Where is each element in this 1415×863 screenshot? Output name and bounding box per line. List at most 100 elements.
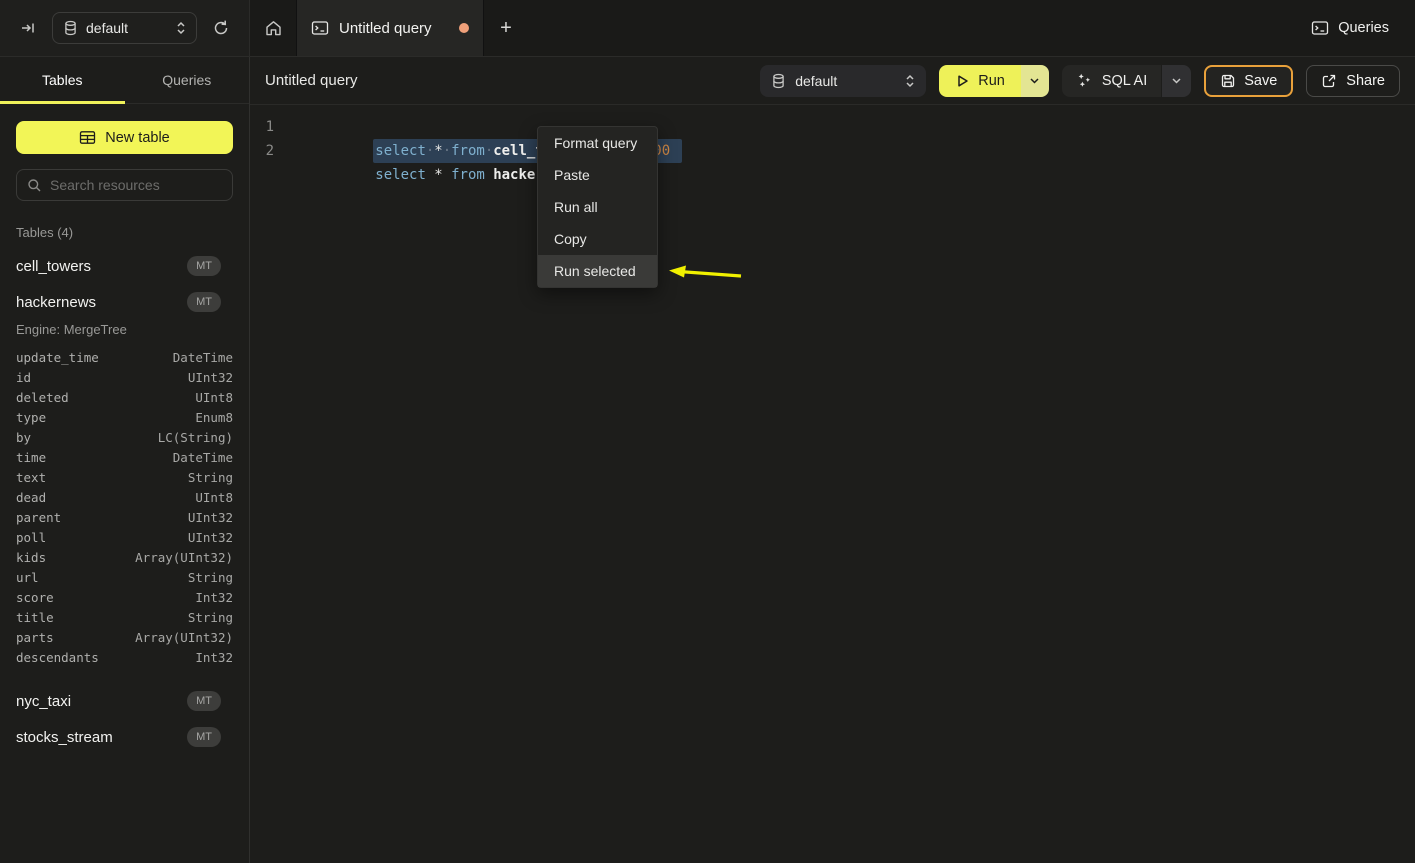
save-button[interactable]: Save xyxy=(1204,65,1293,97)
tab-strip: Untitled query + Queries xyxy=(250,0,1415,56)
column-type: DateTime xyxy=(173,450,233,465)
sidebar-tab-tables[interactable]: Tables xyxy=(0,57,125,103)
column-row: parentUInt32 xyxy=(16,507,233,527)
column-type: DateTime xyxy=(173,350,233,365)
refresh-icon xyxy=(212,19,230,37)
toolbar-database-value: default xyxy=(795,73,837,89)
annotation-arrow xyxy=(655,262,747,284)
table-row-cell-towers[interactable]: cell_towers MT xyxy=(16,256,233,276)
menu-item-run-all[interactable]: Run all xyxy=(538,191,657,223)
menu-item-run-selected[interactable]: Run selected xyxy=(538,255,657,287)
column-row: descendants Int32 xyxy=(16,647,233,667)
column-type: Array(UInt32) xyxy=(135,630,233,645)
menu-item-copy[interactable]: Copy xyxy=(538,223,657,255)
table-row-stocks-stream[interactable]: stocks_stream MT xyxy=(16,727,233,747)
sql-operator: * xyxy=(434,167,442,183)
table-grid-icon xyxy=(79,130,96,145)
new-table-button[interactable]: New table xyxy=(16,121,233,154)
tables-section-label: Tables (4) xyxy=(16,225,233,240)
table-name: stocks_stream xyxy=(16,729,187,746)
search-input[interactable] xyxy=(50,177,222,193)
home-icon xyxy=(264,19,283,38)
query-title: Untitled query xyxy=(265,72,760,89)
save-icon xyxy=(1220,73,1236,89)
column-row: idUInt32 xyxy=(16,367,233,387)
sql-ai-options-button[interactable] xyxy=(1161,65,1191,97)
sql-ai-label: SQL AI xyxy=(1102,73,1147,89)
column-type: Int32 xyxy=(195,650,233,665)
refresh-button[interactable] xyxy=(207,14,235,42)
column-row: dead UInt8 xyxy=(16,487,233,507)
column-type: Int32 xyxy=(195,590,233,605)
table-row-nyc-taxi[interactable]: nyc_taxi MT xyxy=(16,691,233,711)
table-row-hackernews[interactable]: hackernews MT xyxy=(16,292,233,312)
column-name: update_time xyxy=(16,350,99,365)
chevron-updown-icon xyxy=(176,21,186,35)
column-name: by xyxy=(16,430,31,445)
new-tab-button[interactable]: + xyxy=(484,0,528,56)
chevron-down-icon xyxy=(1029,77,1040,85)
tab-untitled-query[interactable]: Untitled query xyxy=(296,0,484,56)
column-row: titleString xyxy=(16,607,233,627)
column-type: String xyxy=(188,470,233,485)
sql-editor[interactable]: 1 select*fromcell_towerslimit100 2 selec… xyxy=(250,105,1415,863)
code-line-1[interactable]: 1 select*fromcell_towerslimit100 xyxy=(250,115,1415,139)
column-type: Enum8 xyxy=(195,410,233,425)
column-row: by LC(String) xyxy=(16,427,233,447)
column-row: kidsArray(UInt32) xyxy=(16,547,233,567)
column-row: pollUInt32 xyxy=(16,527,233,547)
sql-ai-split-button: SQL AI xyxy=(1062,65,1191,97)
table-name: nyc_taxi xyxy=(16,693,187,710)
column-row: type Enum8 xyxy=(16,407,233,427)
topbar-database-select[interactable]: default xyxy=(52,12,197,44)
column-name: time xyxy=(16,450,46,465)
play-icon xyxy=(955,73,970,89)
column-name: text xyxy=(16,470,46,485)
topbar: default Untitled query + xyxy=(0,0,1415,57)
menu-item-paste[interactable]: Paste xyxy=(538,159,657,191)
share-button[interactable]: Share xyxy=(1306,65,1400,97)
sql-keyword: select xyxy=(375,167,426,183)
engine-badge: MT xyxy=(187,256,221,276)
column-type: LC(String) xyxy=(158,430,233,445)
column-name: dead xyxy=(16,490,46,505)
column-row: time DateTime xyxy=(16,447,233,467)
line-number: 2 xyxy=(250,139,274,163)
search-box xyxy=(16,169,233,201)
column-type: String xyxy=(188,570,233,585)
column-list: update_timeDateTime idUInt32 deletedUInt… xyxy=(16,347,233,667)
console-icon xyxy=(311,20,329,36)
toolbar-database-select[interactable]: default xyxy=(760,65,926,97)
column-name: url xyxy=(16,570,39,585)
menu-item-format-query[interactable]: Format query xyxy=(538,127,657,159)
column-name: type xyxy=(16,410,46,425)
sidebar-tabs: Tables Queries xyxy=(0,57,249,104)
run-split-button: Run xyxy=(939,65,1049,97)
engine-badge: MT xyxy=(187,727,221,747)
engine-badge: MT xyxy=(187,292,221,312)
code-line-2[interactable]: 2 select*fromhackernewslimit xyxy=(250,139,1415,163)
sidebar-tab-queries[interactable]: Queries xyxy=(125,57,250,103)
run-options-button[interactable] xyxy=(1021,65,1049,97)
queries-button[interactable]: Queries xyxy=(1301,0,1415,56)
topbar-left: default xyxy=(0,0,250,56)
database-icon xyxy=(63,20,78,36)
run-label: Run xyxy=(978,73,1005,89)
column-type: Array(UInt32) xyxy=(135,550,233,565)
table-name: cell_towers xyxy=(16,258,187,275)
home-button[interactable] xyxy=(250,0,296,56)
column-type: UInt8 xyxy=(195,490,233,505)
sidebar: Tables Queries New table Tables (4) cell… xyxy=(0,57,250,863)
run-button[interactable]: Run xyxy=(939,65,1021,97)
unsaved-changes-dot xyxy=(459,23,469,33)
collapse-sidebar-button[interactable] xyxy=(14,14,42,42)
topbar-database-value: default xyxy=(86,20,128,36)
column-row: update_time DateTime xyxy=(16,347,233,367)
share-label: Share xyxy=(1346,73,1385,89)
new-table-label: New table xyxy=(105,130,169,146)
column-name: descendants xyxy=(16,650,99,665)
tab-label: Untitled query xyxy=(339,20,449,37)
column-name: title xyxy=(16,610,54,625)
column-row: url String xyxy=(16,567,233,587)
sql-ai-button[interactable]: SQL AI xyxy=(1062,65,1161,97)
